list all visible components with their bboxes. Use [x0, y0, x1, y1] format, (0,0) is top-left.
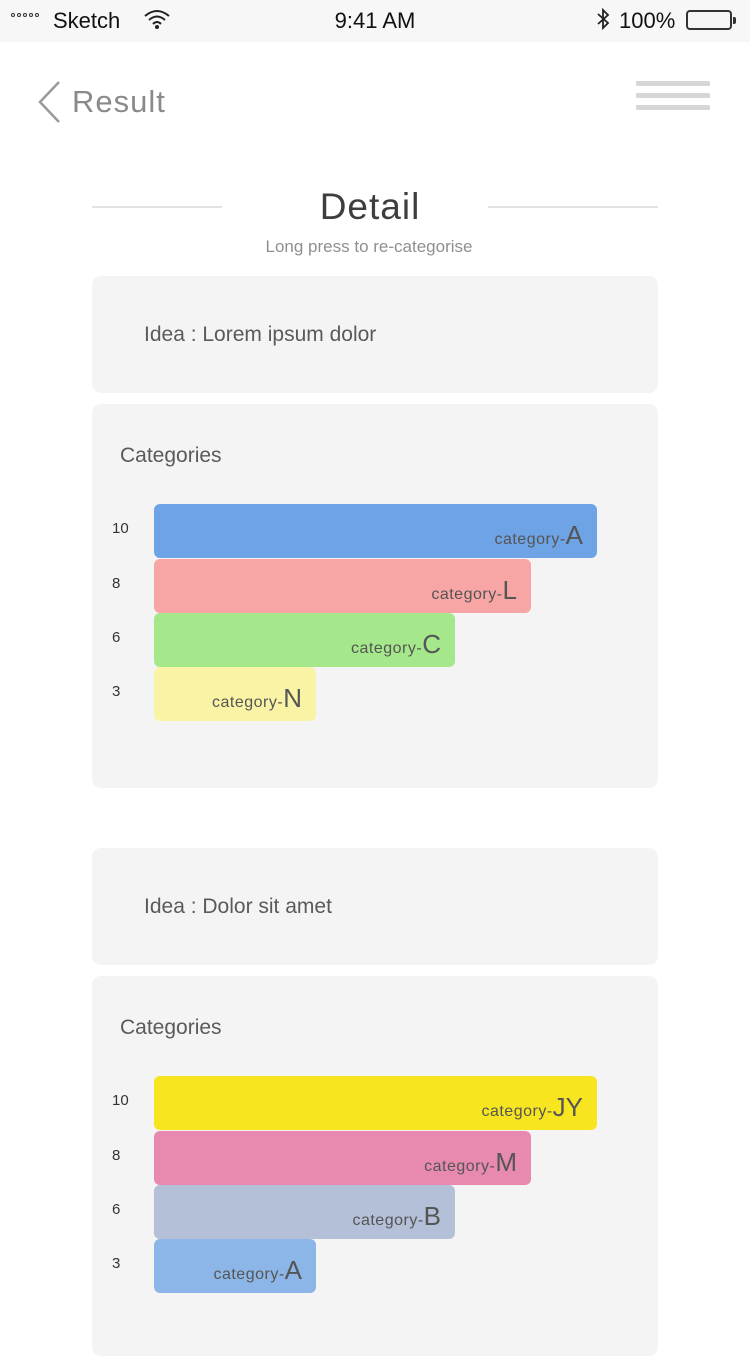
- category-score: 6: [112, 1201, 121, 1218]
- category-prefix: category-: [494, 531, 566, 548]
- category-label: category-L: [431, 575, 517, 606]
- category-prefix: category-: [352, 1212, 424, 1229]
- category-score: 6: [112, 629, 121, 646]
- category-label: category-C: [351, 629, 441, 660]
- categories-card: Categories 10 category-A 8 category-L 6 …: [92, 404, 658, 788]
- category-score: 3: [112, 683, 121, 700]
- category-prefix: category-: [213, 1266, 285, 1283]
- category-bar[interactable]: category-A: [154, 504, 597, 558]
- category-code: B: [423, 1201, 441, 1231]
- hamburger-menu-icon[interactable]: [636, 81, 710, 113]
- category-prefix: category-: [212, 694, 284, 711]
- category-score: 10: [112, 1092, 129, 1109]
- category-label: category-N: [212, 683, 302, 714]
- back-button[interactable]: Result: [36, 80, 166, 124]
- category-code: A: [284, 1255, 302, 1285]
- categories-title: Categories: [120, 444, 222, 467]
- category-score: 8: [112, 1147, 121, 1164]
- category-bar[interactable]: category-N: [154, 667, 316, 721]
- category-code: L: [502, 575, 517, 605]
- category-bar[interactable]: category-M: [154, 1131, 531, 1185]
- status-bar: Sketch 9:41 AM 100%: [0, 0, 750, 42]
- category-code: N: [283, 683, 302, 713]
- category-prefix: category-: [431, 586, 503, 603]
- category-bar[interactable]: category-B: [154, 1185, 455, 1239]
- idea-card[interactable]: Idea : Lorem ipsum dolor: [92, 276, 658, 393]
- category-prefix: category-: [424, 1158, 496, 1175]
- category-score: 10: [112, 520, 129, 537]
- idea-text: Idea : Dolor sit amet: [144, 895, 332, 918]
- category-code: M: [495, 1147, 517, 1177]
- page-title: Detail: [319, 186, 421, 227]
- category-bar[interactable]: category-L: [154, 559, 531, 613]
- idea-text: Idea : Lorem ipsum dolor: [144, 323, 377, 346]
- category-bar[interactable]: category-JY: [154, 1076, 597, 1130]
- page-subtitle: Long press to re-categorise: [265, 237, 473, 256]
- category-bar[interactable]: category-A: [154, 1239, 316, 1293]
- idea-card[interactable]: Idea : Dolor sit amet: [92, 848, 658, 965]
- category-code: A: [565, 520, 583, 550]
- category-code: JY: [552, 1092, 583, 1122]
- category-score: 3: [112, 1255, 121, 1272]
- categories-card: Categories 10 category-JY 8 category-M 6…: [92, 976, 658, 1356]
- battery-icon: [686, 10, 736, 30]
- bluetooth-icon: [596, 7, 610, 36]
- category-label: category-A: [494, 520, 583, 551]
- category-label: category-JY: [481, 1092, 583, 1123]
- category-label: category-A: [213, 1255, 302, 1286]
- category-bar[interactable]: category-C: [154, 613, 455, 667]
- categories-title: Categories: [120, 1016, 222, 1039]
- category-prefix: category-: [351, 640, 423, 657]
- chevron-left-icon: [36, 80, 62, 124]
- category-label: category-B: [352, 1201, 441, 1232]
- back-label: Result: [72, 84, 166, 119]
- category-label: category-M: [424, 1147, 517, 1178]
- category-code: C: [422, 629, 441, 659]
- category-prefix: category-: [481, 1103, 553, 1120]
- category-score: 8: [112, 575, 121, 592]
- battery-percent: 100%: [619, 8, 676, 33]
